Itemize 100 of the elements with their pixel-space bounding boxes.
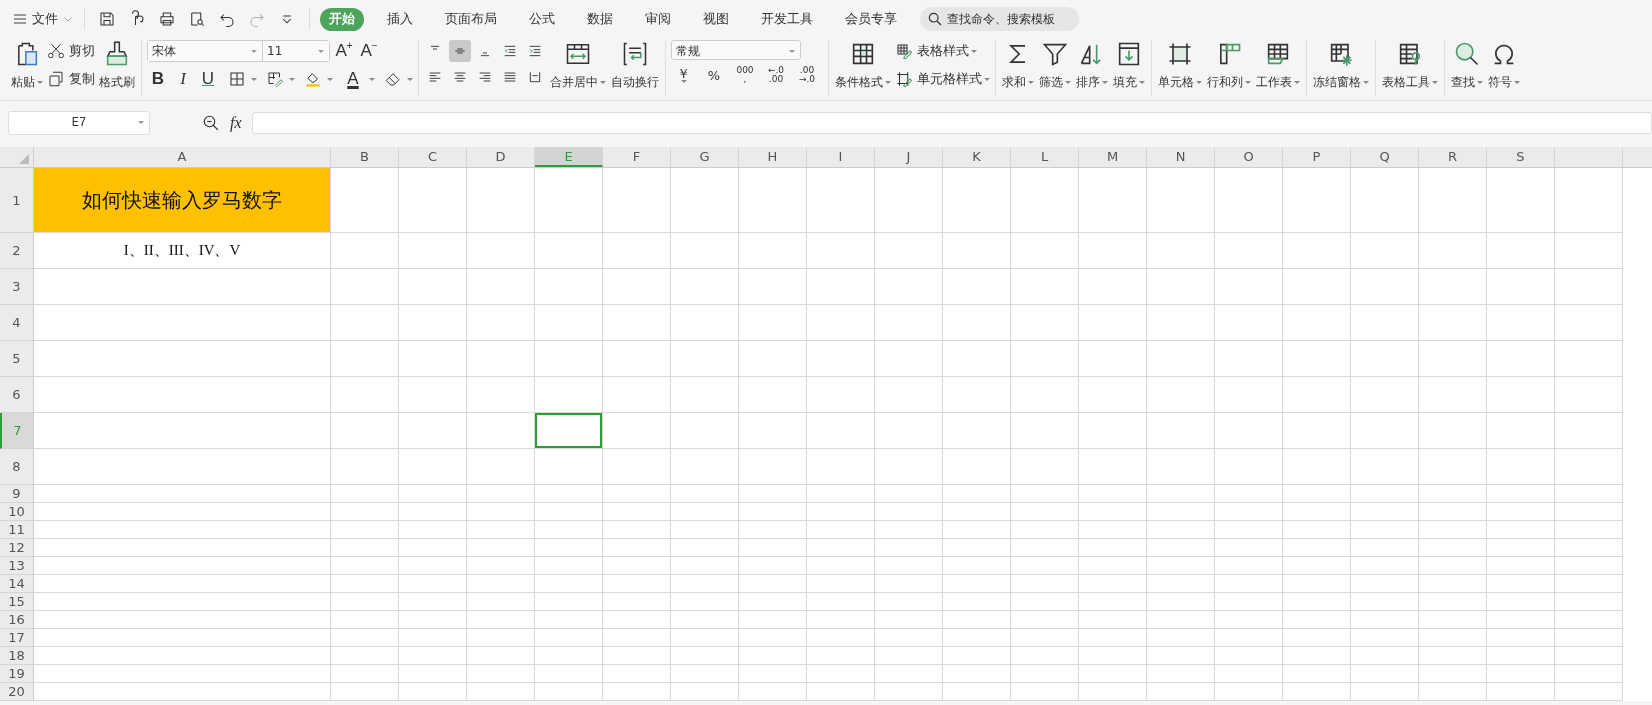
- column-header[interactable]: A: [34, 147, 331, 167]
- row-header[interactable]: 3: [0, 269, 34, 305]
- ribbon-button[interactable]: 行和列: [1206, 38, 1252, 93]
- row-header[interactable]: 5: [0, 341, 34, 377]
- align-middle-icon[interactable]: [449, 40, 471, 62]
- ribbon-tab[interactable]: 公式: [520, 7, 564, 31]
- row-header[interactable]: 4: [0, 305, 34, 341]
- ribbon-tab[interactable]: 开发工具: [752, 7, 822, 31]
- ribbon-button[interactable]: 符号: [1487, 38, 1521, 93]
- grow-font-button[interactable]: A$^{+}$: [333, 40, 355, 62]
- paste-button[interactable]: 粘贴: [10, 38, 44, 93]
- row-header[interactable]: 16: [0, 611, 34, 629]
- search-field[interactable]: 查找命令、搜索模板: [920, 7, 1079, 31]
- row-header[interactable]: 13: [0, 557, 34, 575]
- column-header[interactable]: B: [331, 147, 399, 167]
- column-header[interactable]: S: [1487, 147, 1555, 167]
- ribbon-button[interactable]: 工作表: [1255, 38, 1301, 93]
- number-format-button[interactable]: ←.0 .00: [764, 66, 788, 84]
- active-cell[interactable]: [535, 413, 603, 449]
- ribbon-tab[interactable]: 数据: [578, 7, 622, 31]
- column-header[interactable]: F: [603, 147, 671, 167]
- row-header[interactable]: 18: [0, 647, 34, 665]
- ribbon-button[interactable]: 填充: [1112, 38, 1146, 93]
- column-header[interactable]: L: [1011, 147, 1079, 167]
- cut-button[interactable]: 剪切: [47, 40, 95, 62]
- fill-color-icon[interactable]: [304, 70, 322, 88]
- column-header[interactable]: K: [943, 147, 1011, 167]
- table-cell: [1011, 521, 1079, 539]
- row-header[interactable]: 8: [0, 449, 34, 485]
- ribbon-button[interactable]: 条件格式: [834, 38, 892, 93]
- column-header[interactable]: R: [1419, 147, 1487, 167]
- column-header[interactable]: H: [739, 147, 807, 167]
- number-format-button[interactable]: .00 →.0: [795, 66, 819, 84]
- table-cell: [1215, 683, 1283, 701]
- copy-button[interactable]: 复制: [47, 68, 95, 90]
- number-format-dropdown[interactable]: 常规: [671, 40, 801, 60]
- table-cell: [1079, 665, 1147, 683]
- row-header[interactable]: 1: [0, 168, 34, 233]
- formula-input[interactable]: [251, 112, 1652, 134]
- row-header[interactable]: 19: [0, 665, 34, 683]
- ribbon-tab[interactable]: 页面布局: [436, 7, 506, 31]
- number-format-button[interactable]: ￥: [671, 67, 695, 83]
- column-header[interactable]: Q: [1351, 147, 1419, 167]
- cell-format-icon[interactable]: [266, 70, 284, 88]
- ribbon-button[interactable]: 单元格: [1157, 38, 1203, 93]
- row-header[interactable]: 20: [0, 683, 34, 701]
- eraser-icon[interactable]: [384, 70, 402, 88]
- row-header[interactable]: 15: [0, 593, 34, 611]
- wrap-text-button[interactable]: 自动换行: [610, 38, 660, 93]
- ribbon-tab[interactable]: 会员专享: [836, 7, 906, 31]
- column-header[interactable]: J: [875, 147, 943, 167]
- row-header[interactable]: 9: [0, 485, 34, 503]
- ribbon-button[interactable]: 表格样式: [895, 40, 990, 62]
- merge-center-button[interactable]: 合并居中: [549, 38, 607, 93]
- ribbon-tab[interactable]: 审阅: [636, 7, 680, 31]
- row-header[interactable]: 14: [0, 575, 34, 593]
- column-header[interactable]: P: [1283, 147, 1351, 167]
- number-format-button[interactable]: 000 ,: [733, 66, 757, 84]
- column-header[interactable]: G: [671, 147, 739, 167]
- column-header[interactable]: O: [1215, 147, 1283, 167]
- print-icon[interactable]: [158, 10, 176, 28]
- table-cell: [943, 503, 1011, 521]
- underline-button[interactable]: U: [197, 68, 219, 90]
- save-icon[interactable]: [98, 10, 116, 28]
- ribbon-tab[interactable]: 视图: [694, 7, 738, 31]
- borders-icon[interactable]: [228, 70, 246, 88]
- shrink-font-button[interactable]: A$^{−}$: [358, 40, 380, 62]
- column-header[interactable]: N: [1147, 147, 1215, 167]
- italic-button[interactable]: I: [172, 68, 194, 90]
- name-box[interactable]: E7: [8, 111, 150, 135]
- ribbon-button[interactable]: 表格工具: [1381, 38, 1439, 93]
- file-menu[interactable]: 文件: [12, 10, 74, 28]
- ribbon-button[interactable]: 排序: [1075, 38, 1109, 93]
- format-painter-button[interactable]: 格式刷: [98, 38, 136, 93]
- table-cell: [807, 647, 875, 665]
- row-header[interactable]: 12: [0, 539, 34, 557]
- row-header[interactable]: 11: [0, 521, 34, 539]
- column-header[interactable]: C: [399, 147, 467, 167]
- column-header[interactable]: M: [1079, 147, 1147, 167]
- row-header[interactable]: 10: [0, 503, 34, 521]
- table-cell: [1011, 683, 1079, 701]
- column-header[interactable]: I: [807, 147, 875, 167]
- font-color-button[interactable]: A: [342, 68, 364, 90]
- table-cell: [1011, 503, 1079, 521]
- function-label[interactable]: fx: [230, 114, 242, 132]
- bold-button[interactable]: B: [147, 68, 169, 90]
- print-preview-icon[interactable]: [188, 10, 206, 28]
- table-cell: [943, 269, 1011, 305]
- ribbon-button[interactable]: 冻结窗格: [1312, 38, 1370, 93]
- ribbon-button[interactable]: 单元格样式: [895, 68, 990, 90]
- row-header[interactable]: 17: [0, 629, 34, 647]
- number-format-button[interactable]: %: [702, 68, 726, 82]
- row-header[interactable]: 6: [0, 377, 34, 413]
- ribbon-button[interactable]: 筛选: [1038, 38, 1072, 93]
- zoom-icon[interactable]: [202, 114, 220, 132]
- ribbon-button[interactable]: 求和: [1001, 38, 1035, 93]
- ribbon-tab[interactable]: 插入: [378, 7, 422, 31]
- font-name-dropdown[interactable]: 宋体: [148, 41, 263, 61]
- row-header[interactable]: 2: [0, 233, 34, 269]
- ribbon-button[interactable]: 查找: [1450, 38, 1484, 93]
